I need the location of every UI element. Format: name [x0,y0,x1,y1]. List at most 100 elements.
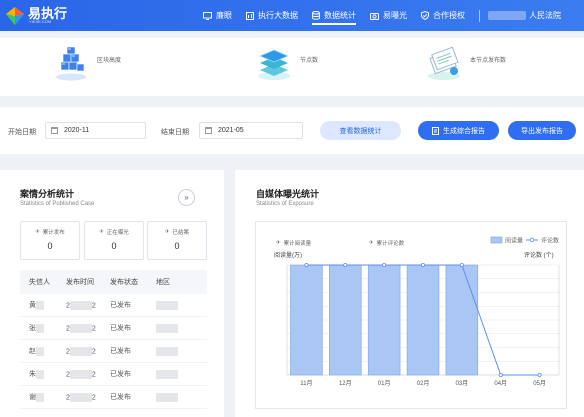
send-icon: ✈ [35,229,40,235]
box-label: 正在曝光 [106,230,129,236]
cell-name: 谢 [29,394,36,401]
table-header: 失信人 发布时间 发布状态 地区 [20,270,207,294]
nav-divider [479,9,480,22]
legend-bar-label: 阅读量 [505,237,523,245]
redacted [156,300,178,310]
bar-02月 [406,264,440,376]
cell-name: 赵 [29,348,36,355]
start-date-input[interactable]: 2020-11 [45,122,146,139]
x-tick-label: 11月 [300,380,312,387]
redacted [156,346,178,356]
view-statistics-button[interactable]: 查看数据统计 [320,121,401,140]
end-date-label: 结束日期 [161,129,189,136]
stat-label: 节点数 [300,58,319,64]
exposure-title: 自媒体曝光统计 [256,189,320,199]
start-date-label: 开始日期 [8,129,36,136]
nav-label: 数据统计 [324,11,356,20]
table-row[interactable]: 朱 22 已发布 [20,363,207,386]
case-stats-more-button[interactable]: » [178,189,195,206]
nav-item-screen[interactable]: 廉眼 [203,0,232,31]
cell-name: 黄 [29,302,36,309]
logo[interactable]: 易执行 YIEXE.COM [5,6,67,26]
legend-bar-swatch [490,236,503,244]
cell-time-end: 2 [91,301,96,309]
point-02月 [420,262,425,267]
nav-label: 易曝光 [383,11,407,20]
table-row[interactable]: 谢 22 已发布 [20,386,207,409]
redacted [36,369,44,379]
stat-published-count: 本节点发布数 [424,42,506,82]
filter-bar: 开始日期 2020-11 结束日期 2021-05 查看数据统计 生成综合报告 … [0,107,584,154]
total-published-box: ✈ 累计发布 0 [20,221,80,260]
box-label: 已结案 [172,230,190,236]
x-tick-label: 03月 [456,380,469,387]
point-01月 [382,262,387,267]
table-row[interactable]: 赵 22 已发布 [20,340,207,363]
shield-icon [421,11,429,20]
cell-name: 张 [29,325,36,332]
double-chevron-right-icon: » [184,193,189,202]
cell-status: 已发布 [110,302,131,309]
generate-report-label: 生成综合报告 [443,127,485,135]
stats-panel: 区块高度 节点数 本节点发布数 [0,38,584,96]
box-value: 0 [111,241,117,251]
export-report-button[interactable]: 导出发布报告 [508,121,576,140]
col-header: 发布状态 [110,279,138,286]
box-label: 累计发布 [42,230,65,236]
bar-12月 [329,264,362,376]
box-value: 0 [47,241,53,251]
cell-status: 已发布 [110,348,131,355]
nav-item-exposure[interactable]: 易曝光 [370,0,407,31]
nav-item-bigdata[interactable]: 执行大数据 [246,0,298,31]
nav-label: 廉眼 [216,11,232,20]
start-date-value: 2020-11 [64,127,90,134]
cell-time-end: 2 [91,393,96,401]
exposure-subtitle: Statistics of Exposure [256,201,314,207]
blocks-icon [56,46,86,81]
bar-11月 [290,264,323,376]
x-tick-label: 02月 [417,380,430,387]
user-menu[interactable]: 人民法院 [488,10,561,21]
send-icon: ✈ [99,229,104,235]
end-date-value: 2021-05 [218,127,244,134]
case-stats-subtitle: Statistics of Published Case [20,201,95,207]
user-name-redacted [488,11,526,20]
table-row[interactable]: 张 22 已发布 [20,317,207,340]
report-icon [432,126,439,135]
chart-x-labels: 11月 12月 01月 02月 03月 04月 05月 [300,380,546,387]
y-axis-left-label: 阅读量(万) [274,251,302,259]
legend-line-marker [529,237,535,243]
cell-time-end: 2 [91,347,96,355]
cell-status: 已发布 [110,325,131,332]
legend-line-label: 评论数 [541,237,559,245]
redacted [69,300,92,310]
redacted [69,323,92,333]
stat-label: 区块高度 [97,58,122,64]
nav-label: 执行大数据 [258,11,298,20]
case-table: 失信人 发布时间 发布状态 地区 黄 22 已发布 张 22 已发布 赵 22 … [20,270,207,409]
documents-icon [428,46,460,80]
point-05月 [537,372,542,377]
redacted [156,323,178,333]
chart-legend: 阅读量 评论数 [490,236,559,245]
generate-report-button[interactable]: 生成综合报告 [418,121,499,140]
col-header: 地区 [156,279,170,286]
cell-status: 已发布 [110,394,131,401]
bar-03月 [445,264,479,376]
point-11月 [304,262,309,267]
x-tick-label: 04月 [494,380,507,387]
nav-item-statistics[interactable]: 数据统计 [312,0,356,31]
table-row[interactable]: 黄 22 已发布 [20,294,207,317]
bar-01月 [367,264,401,376]
end-date-input[interactable]: 2021-05 [199,122,303,139]
point-12月 [343,262,348,267]
nav-item-authorization[interactable]: 合作授权 [421,0,465,31]
redacted [69,392,92,402]
layers-icon [258,49,290,80]
redacted [156,392,178,402]
bigdata-icon [246,11,254,20]
main-nav: 廉眼 执行大数据 数据统计 易曝光 合作授权 人民法院 [203,0,561,31]
nav-label: 合作授权 [433,11,465,20]
user-org: 人民法院 [529,11,561,20]
send-icon: ✈ [164,229,170,235]
